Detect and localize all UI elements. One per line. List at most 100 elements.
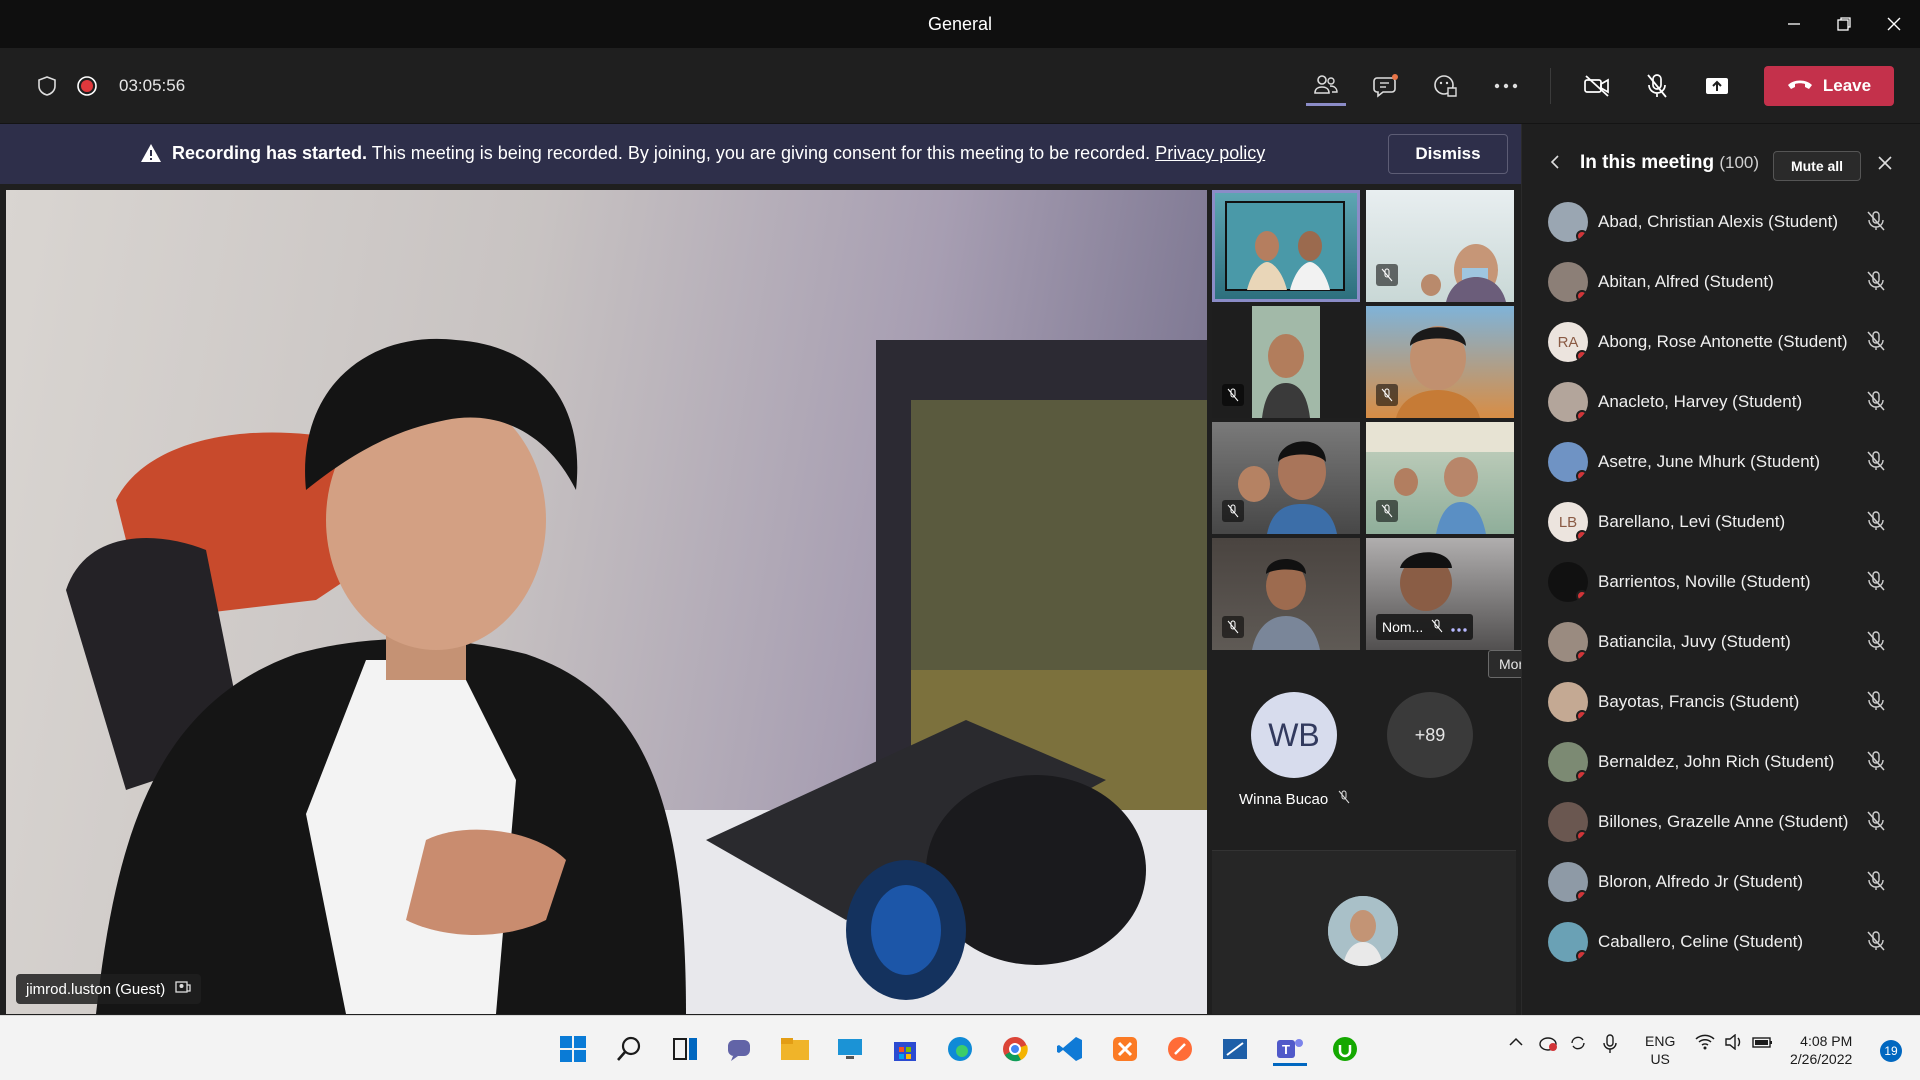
video-tile[interactable] [1212,306,1360,418]
postman-icon[interactable] [1163,1032,1197,1066]
mic-off-icon[interactable] [1866,870,1886,897]
leave-button[interactable]: Leave [1764,66,1894,106]
overflow-participants-button[interactable]: +89 [1387,692,1473,778]
participant-name: Barrientos, Noville (Student) [1598,572,1811,591]
participant-name: Asetre, June Mhurk (Student) [1598,452,1821,471]
windows-taskbar: T ENG US 4:08 PM 2/26/2022 19 [0,1015,1920,1080]
participant-row[interactable]: Bayotas, Francis (Student) [1522,672,1920,732]
edge-icon[interactable] [943,1032,977,1066]
video-tile[interactable] [1366,190,1514,302]
participant-name: Bernaldez, John Rich (Student) [1598,752,1835,771]
task-view-icon[interactable] [668,1032,702,1066]
mic-off-icon[interactable] [1866,570,1886,597]
share-icon[interactable] [1697,66,1737,106]
panel-header: In this meeting (100) Mute all [1522,124,1920,186]
upwork-icon[interactable] [1328,1032,1362,1066]
language-indicator[interactable]: ENG US [1645,1032,1675,1068]
restore-icon[interactable] [1830,10,1858,38]
participant-name: Abitan, Alfred (Student) [1598,272,1774,291]
system-clock[interactable]: 4:08 PM 2/26/2022 [1790,1032,1852,1068]
self-view-tile [1212,850,1516,1014]
tile-more-options-icon[interactable] [1451,619,1467,635]
avatar-initials: RA [1557,333,1579,351]
status-badge [1576,470,1588,482]
participant-row[interactable]: LB Barellano, Levi (Student) [1522,492,1920,552]
video-tile[interactable] [1212,422,1360,534]
camera-off-icon[interactable] [1577,66,1617,106]
participant-row[interactable]: Barrientos, Noville (Student) [1522,552,1920,612]
snipping-tool-icon[interactable] [1218,1032,1252,1066]
video-tile[interactable] [1212,538,1360,650]
participant-row[interactable]: RA Abong, Rose Antonette (Student) [1522,312,1920,372]
toolbar-divider [1550,68,1551,104]
mic-off-icon [1222,384,1244,406]
shield-icon[interactable] [27,66,67,106]
video-tile[interactable]: Nom... [1366,538,1514,650]
audio-participant-name-row: Winna Bucao [1239,790,1350,808]
participant-row[interactable]: Billones, Grazelle Anne (Student) [1522,792,1920,852]
participant-row[interactable]: Bernaldez, John Rich (Student) [1522,732,1920,792]
video-tile[interactable] [1212,190,1360,302]
video-tile[interactable] [1366,306,1514,418]
volume-icon[interactable] [1724,1033,1744,1053]
mic-off-icon[interactable] [1866,210,1886,237]
participant-row[interactable]: Asetre, June Mhurk (Student) [1522,432,1920,492]
participant-row[interactable]: Bloron, Alfredo Jr (Student) [1522,852,1920,912]
mic-off-icon [1222,616,1244,638]
people-icon[interactable] [1306,66,1346,106]
privacy-policy-link[interactable]: Privacy policy [1155,143,1265,163]
chrome-icon[interactable] [998,1032,1032,1066]
microphone-icon[interactable] [1602,1034,1618,1057]
mic-off-icon [1376,500,1398,522]
dismiss-button[interactable]: Dismiss [1388,134,1508,174]
participant-row[interactable]: Caballero, Celine (Student) [1522,912,1920,972]
network-status-icon[interactable] [1538,1034,1558,1055]
mic-off-icon[interactable] [1866,690,1886,717]
mic-off-icon[interactable] [1866,450,1886,477]
mic-off-icon[interactable] [1866,390,1886,417]
vscode-icon[interactable] [1053,1032,1087,1066]
banner-text: This meeting is being recorded. By joini… [371,143,1151,163]
start-icon[interactable] [556,1032,590,1066]
close-panel-icon[interactable] [1877,155,1893,176]
file-explorer-icon[interactable] [778,1032,812,1066]
participant-row[interactable]: Batiancila, Juvy (Student) [1522,612,1920,672]
mic-off-icon[interactable] [1866,630,1886,657]
mic-off-icon[interactable] [1866,270,1886,297]
avatar [1548,562,1588,602]
participant-row[interactable]: Anacleto, Harvey (Student) [1522,372,1920,432]
more-icon[interactable] [1486,66,1526,106]
search-icon[interactable] [612,1032,646,1066]
guest-badge-icon [175,980,191,998]
xampp-icon[interactable] [1108,1032,1142,1066]
remote-desktop-icon[interactable] [833,1032,867,1066]
chevron-up-icon[interactable] [1508,1034,1524,1053]
leave-label: Leave [1822,76,1872,95]
video-tile[interactable] [1366,422,1514,534]
mic-off-icon[interactable] [1866,930,1886,957]
store-icon[interactable] [888,1032,922,1066]
mic-off-icon[interactable] [1637,66,1677,106]
minimize-icon[interactable] [1780,10,1808,38]
reactions-icon[interactable] [1426,66,1466,106]
mic-off-icon[interactable] [1866,510,1886,537]
participant-row[interactable]: Abad, Christian Alexis (Student) [1522,192,1920,252]
chat-icon[interactable] [1366,66,1406,106]
participant-row[interactable]: Abitan, Alfred (Student) [1522,252,1920,312]
close-icon[interactable] [1880,10,1908,38]
wifi-icon[interactable] [1695,1034,1715,1053]
panel-title-text: In this meeting [1580,152,1715,173]
notification-badge[interactable]: 19 [1880,1040,1902,1062]
battery-icon[interactable] [1752,1034,1774,1053]
mic-off-icon[interactable] [1866,330,1886,357]
mic-off-icon[interactable] [1866,810,1886,837]
chevron-left-icon[interactable] [1550,154,1560,175]
mute-all-button[interactable]: Mute all [1773,151,1861,181]
participant-name-chip: jimrod.luston (Guest) [16,974,202,1004]
mic-off-icon[interactable] [1866,750,1886,777]
teams-icon[interactable]: T [1273,1032,1307,1066]
chat-app-icon[interactable] [722,1032,756,1066]
sync-icon[interactable] [1568,1034,1588,1055]
avatar [1548,742,1588,782]
avatar[interactable]: WB [1251,692,1337,778]
